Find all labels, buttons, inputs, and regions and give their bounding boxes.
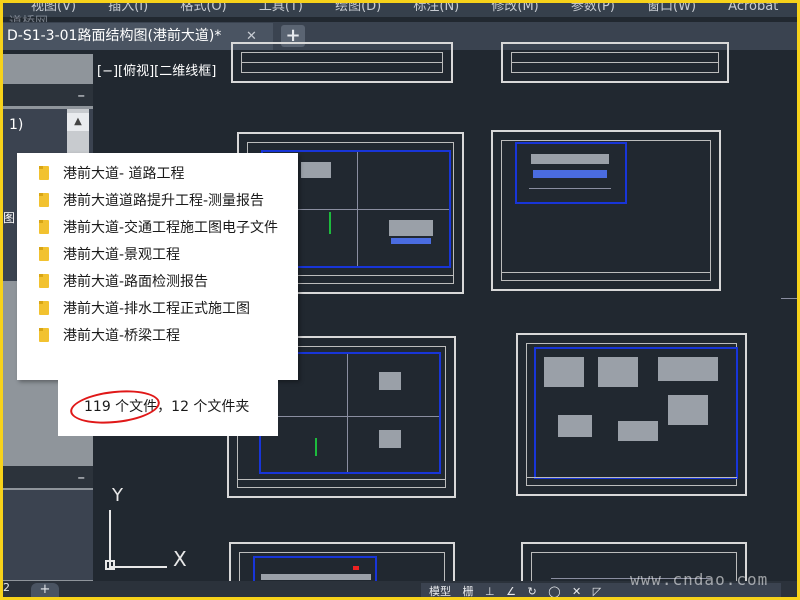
folder-name: 港前大道-桥梁工程 xyxy=(63,328,181,344)
viewport-controls[interactable]: [−][俯视][二维线框] xyxy=(97,60,216,79)
folder-item[interactable]: 港前大道道路提升工程-测量报告 xyxy=(39,189,264,211)
menu-insert[interactable]: 插入(I) xyxy=(108,3,148,13)
title-block xyxy=(511,62,719,71)
watermark: www.cndao.com xyxy=(630,570,769,589)
title-block xyxy=(501,272,711,281)
pavement-section xyxy=(261,574,371,580)
folder-icon xyxy=(39,220,49,234)
pavement-section xyxy=(598,357,638,387)
palette-header: – xyxy=(3,84,93,106)
palette-side-label: 图 xyxy=(3,211,16,225)
close-icon[interactable]: ✕ xyxy=(572,585,581,597)
folder-item[interactable]: 港前大道- 道路工程 xyxy=(39,162,185,184)
menu-draw[interactable]: 绘图(D) xyxy=(335,3,381,13)
grid-line xyxy=(347,354,348,472)
menu-dimension[interactable]: 标注(N) xyxy=(413,3,459,13)
ucs-x-axis xyxy=(109,566,167,568)
pavement-section xyxy=(558,415,592,437)
tab-title: D-S1-3-01路面结构图(港前大道)* xyxy=(7,28,222,44)
marker xyxy=(315,438,317,456)
menu-acrobat[interactable]: Acrobat xyxy=(728,3,778,13)
ortho-icon[interactable]: ⊥ xyxy=(485,585,495,597)
title-block xyxy=(526,477,737,486)
folder-name: 港前大道-排水工程正式施工图 xyxy=(63,301,251,317)
ucs-x-label: X xyxy=(173,547,187,571)
pavement-layer xyxy=(533,170,607,178)
pavement-section xyxy=(379,372,401,390)
palette-item[interactable]: 1) xyxy=(9,117,23,133)
ucs-origin xyxy=(105,560,115,570)
marker xyxy=(329,212,331,234)
pavement-section xyxy=(531,154,609,164)
collapse-icon[interactable]: – xyxy=(78,86,86,104)
pavement-section xyxy=(544,357,584,387)
osnap-icon[interactable]: ◯ xyxy=(548,585,560,597)
menu-format[interactable]: 格式(O) xyxy=(180,3,226,13)
menu-modify[interactable]: 修改(M) xyxy=(491,3,538,13)
pavement-section xyxy=(668,395,708,425)
pavement-section xyxy=(389,220,433,236)
folder-icon xyxy=(39,301,49,315)
ucs-y-label: Y xyxy=(112,485,123,506)
grid-icon[interactable]: 栅 xyxy=(463,585,474,597)
grid-line xyxy=(529,188,611,189)
select-icon[interactable]: ◸ xyxy=(593,585,601,597)
folder-item[interactable]: 港前大道-桥梁工程 xyxy=(39,324,180,346)
pavement-section xyxy=(658,357,718,381)
folder-icon xyxy=(39,247,49,261)
menu-view[interactable]: 视图(V) xyxy=(31,3,76,13)
menu-parameter[interactable]: 参数(P) xyxy=(571,3,615,13)
grid-line xyxy=(261,416,439,417)
highlight-circle xyxy=(68,386,162,428)
pavement-section xyxy=(379,430,401,448)
folder-name: 港前大道-景观工程 xyxy=(63,247,181,263)
folder-icon xyxy=(39,166,49,180)
rotate-icon[interactable]: ↻ xyxy=(527,585,536,597)
drawing-sheet[interactable] xyxy=(491,130,721,291)
grid-line xyxy=(357,152,358,266)
title-block xyxy=(237,479,446,488)
pavement-layer xyxy=(391,238,431,244)
folder-item[interactable]: 港前大道-路面检测报告 xyxy=(39,270,208,292)
pavement-section xyxy=(301,162,331,178)
title-block xyxy=(241,62,443,71)
menu-bar: 视图(V) 插入(I) 格式(O) 工具(T) 绘图(D) 标注(N) 修改(M… xyxy=(3,3,797,17)
pavement-section xyxy=(618,421,658,441)
drawing-sheet[interactable] xyxy=(516,333,747,496)
folder-name: 港前大道-路面检测报告 xyxy=(63,274,209,290)
edge-line xyxy=(781,298,797,299)
menu-tools[interactable]: 工具(T) xyxy=(259,3,303,13)
collapse-icon[interactable]: – xyxy=(78,468,86,486)
folder-list-popup: 港前大道- 道路工程 港前大道道路提升工程-测量报告 港前大道-交通工程施工图电… xyxy=(17,153,298,380)
folder-icon xyxy=(39,274,49,288)
folder-item[interactable]: 港前大道-景观工程 xyxy=(39,243,180,265)
palette-list-2 xyxy=(3,490,93,580)
menu-window[interactable]: 窗口(W) xyxy=(647,3,696,13)
folder-icon xyxy=(39,328,49,342)
polar-icon[interactable]: ∠ xyxy=(506,585,516,597)
folder-name: 港前大道- 道路工程 xyxy=(63,166,185,182)
folder-summary: 119 个文件，12 个文件夹 xyxy=(58,380,278,436)
palette-header-2: – xyxy=(3,466,93,488)
folder-name: 港前大道道路提升工程-测量报告 xyxy=(63,193,265,209)
folder-name: 港前大道-交通工程施工图电子文件 xyxy=(63,220,279,236)
drawing-sheet[interactable] xyxy=(501,42,729,83)
drawing-sheet[interactable] xyxy=(231,42,453,83)
folder-item[interactable]: 港前大道-排水工程正式施工图 xyxy=(39,297,250,319)
scroll-up-icon[interactable]: ▲ xyxy=(67,113,89,131)
marker xyxy=(353,566,359,570)
add-layout-button[interactable]: + xyxy=(31,583,59,597)
layout-tab-number[interactable]: 2 xyxy=(3,581,10,594)
model-button[interactable]: 模型 xyxy=(429,585,451,597)
folder-icon xyxy=(39,193,49,207)
folder-item[interactable]: 港前大道-交通工程施工图电子文件 xyxy=(39,216,278,238)
